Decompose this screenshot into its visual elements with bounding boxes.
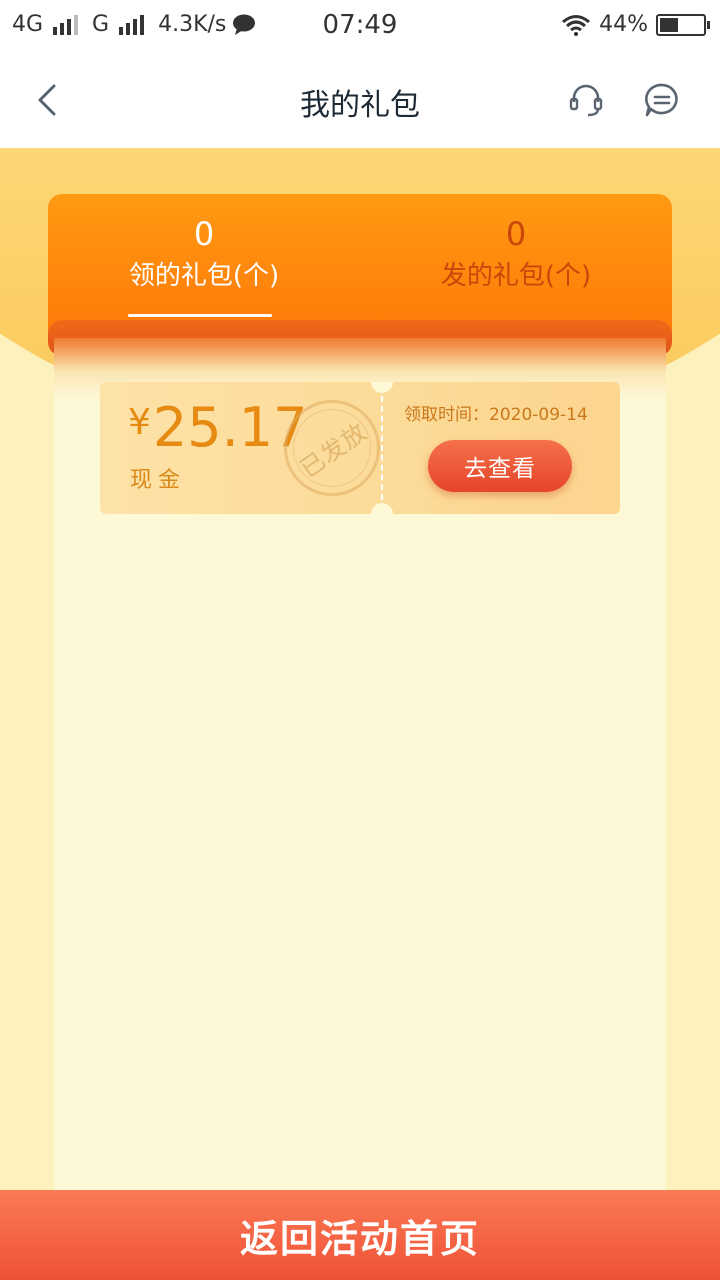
sent-count: 0	[505, 215, 527, 253]
battery-icon	[656, 13, 710, 36]
coupon-amount: ¥25.17	[128, 396, 308, 460]
currency-symbol: ¥	[128, 402, 151, 443]
coupon-notch-top	[371, 382, 393, 393]
message-icon[interactable]	[642, 80, 682, 120]
navigation-bar: 我的礼包	[0, 52, 720, 148]
battery-percent: 44%	[599, 12, 648, 37]
customer-service-icon[interactable]	[566, 80, 606, 120]
wifi-icon	[562, 14, 591, 36]
coupon-notch-bottom	[371, 503, 393, 514]
view-button[interactable]: 去查看	[428, 440, 572, 492]
back-to-home-button[interactable]: 返回活动首页	[0, 1190, 720, 1280]
page-title: 我的礼包	[300, 88, 420, 123]
coupon-type: 现金	[130, 468, 187, 493]
gift-coupon-card: ¥25.17 现金 已发放 领取时间：2020-09-14 去查看	[100, 382, 620, 514]
tab-received-gifts[interactable]: 0 领的礼包(个)	[48, 212, 360, 296]
sent-label: 发的礼包(个)	[440, 261, 592, 291]
received-label: 领的礼包(个)	[128, 261, 280, 291]
status-right: 44%	[561, 12, 710, 37]
received-count: 0	[193, 215, 215, 253]
coupon-divider	[381, 396, 383, 500]
tab-sent-gifts[interactable]: 0 发的礼包(个)	[360, 212, 672, 296]
claim-time: 领取时间：2020-09-14	[404, 405, 588, 425]
active-tab-indicator	[128, 314, 272, 317]
status-bar: 4G G 4.3K/s 07:49 44%	[0, 0, 720, 52]
stamp-text: 已发放	[294, 417, 373, 484]
